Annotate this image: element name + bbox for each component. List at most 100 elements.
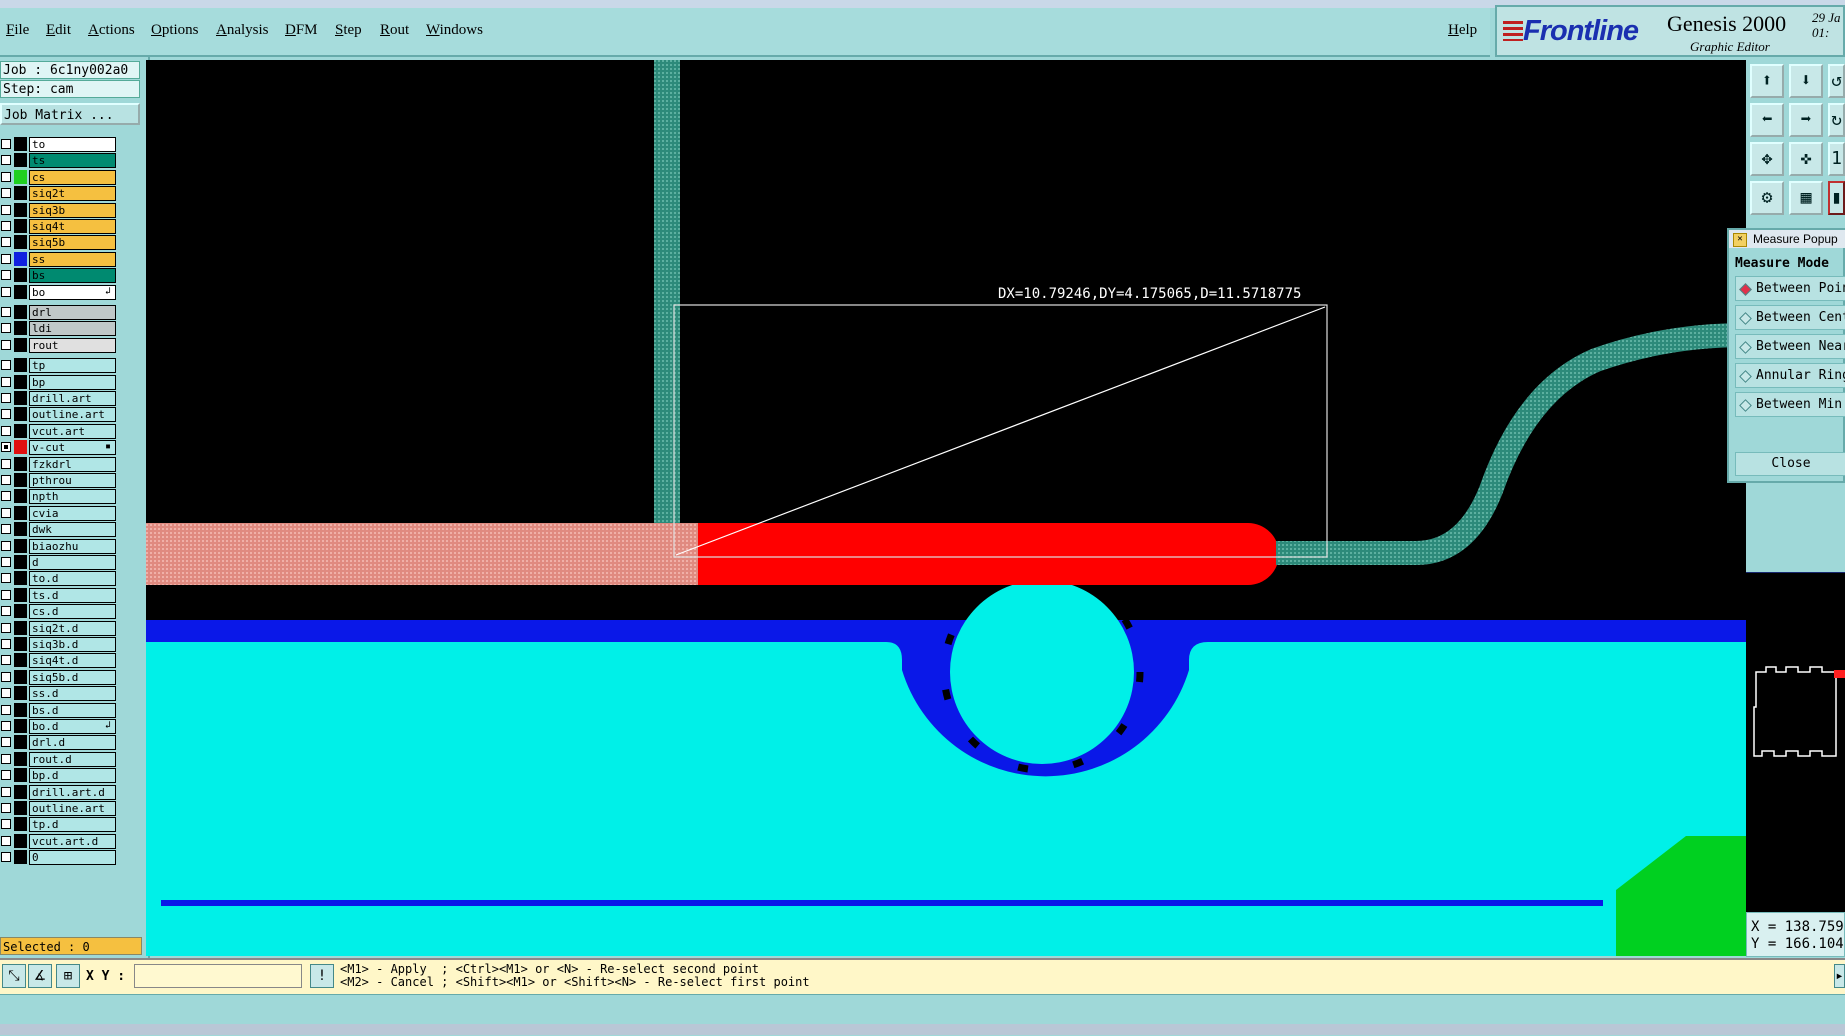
layer-color-swatch[interactable] <box>14 137 27 151</box>
layer-row[interactable]: siq5b.d <box>0 669 116 685</box>
menu-file[interactable]: File <box>6 22 29 39</box>
layer-row[interactable]: bs <box>0 268 116 284</box>
layer-name[interactable]: dwk <box>29 522 116 538</box>
layer-checkbox[interactable] <box>1 376 11 387</box>
layer-color-swatch[interactable] <box>14 169 27 184</box>
menu-edit[interactable]: Edit <box>46 22 71 39</box>
layer-row[interactable]: cs <box>0 169 116 185</box>
layer-row[interactable]: rout.d <box>0 751 116 767</box>
layer-checkbox[interactable] <box>1 171 11 182</box>
layer-checkbox[interactable] <box>1 803 11 813</box>
layer-row[interactable]: tp.d <box>0 817 116 833</box>
layer-row[interactable]: ldi <box>0 321 116 337</box>
layer-name[interactable]: bp <box>29 374 116 390</box>
layer-name[interactable]: d <box>29 555 116 570</box>
layer-row[interactable]: siq2t <box>0 186 116 202</box>
layer-name[interactable]: bo.d <box>29 719 116 734</box>
layer-checkbox[interactable] <box>1 606 11 617</box>
layer-color-swatch[interactable] <box>14 423 27 438</box>
layer-row[interactable]: v-cut ▪ <box>0 440 116 456</box>
layer-color-swatch[interactable] <box>14 522 27 537</box>
layer-row[interactable]: to <box>0 137 116 152</box>
measure-close-button[interactable]: Close <box>1735 452 1845 476</box>
layer-color-swatch[interactable] <box>14 374 27 389</box>
measure-tool-icon[interactable]: ▮ <box>1828 181 1845 215</box>
layer-color-swatch[interactable] <box>14 284 27 299</box>
layer-checkbox[interactable] <box>1 622 11 633</box>
layer-color-swatch[interactable] <box>14 440 27 455</box>
layer-color-swatch[interactable] <box>14 219 27 233</box>
layer-color-swatch[interactable] <box>14 571 27 586</box>
graphic-canvas[interactable]: DX=10.79246,DY=4.175065,D=11.5718775 <box>146 60 1746 956</box>
zoom-fit-icon[interactable]: ✥ <box>1750 142 1784 176</box>
zoom-home-icon[interactable]: ⬆ <box>1750 64 1784 98</box>
layer-color-swatch[interactable] <box>14 817 27 832</box>
menu-rout[interactable]: Rout <box>380 22 409 39</box>
layer-checkbox[interactable] <box>1 507 11 518</box>
measure-option[interactable]: Between Nearest <box>1735 334 1845 359</box>
menu-windows[interactable]: Windows <box>426 22 483 39</box>
layer-row[interactable]: d <box>0 555 116 570</box>
layer-row[interactable]: bp <box>0 374 116 390</box>
menu-step[interactable]: Step <box>335 22 362 39</box>
layer-color-swatch[interactable] <box>14 489 27 504</box>
layer-checkbox[interactable] <box>1 721 11 731</box>
layer-row[interactable]: biaozhu <box>0 538 116 554</box>
layer-checkbox[interactable] <box>1 589 11 600</box>
layer-checkbox[interactable] <box>1 307 11 317</box>
layer-checkbox[interactable] <box>1 393 11 403</box>
layer-checkbox[interactable] <box>1 770 11 781</box>
layer-color-swatch[interactable] <box>14 251 27 266</box>
minimap[interactable] <box>1746 571 1845 912</box>
layer-name[interactable]: drill.art.d <box>29 784 116 800</box>
layer-name[interactable]: cs <box>29 169 116 185</box>
layer-row[interactable]: vcut.art.d <box>0 833 116 849</box>
layer-row[interactable]: 0 <box>0 850 116 866</box>
layer-color-swatch[interactable] <box>14 473 27 487</box>
layer-name[interactable]: outline.art <box>29 801 116 816</box>
layer-color-swatch[interactable] <box>14 587 27 602</box>
layer-name[interactable]: bs <box>29 268 116 284</box>
layer-name[interactable]: rout.d <box>29 751 116 767</box>
scroll-right-icon[interactable]: ▸ <box>1834 964 1845 988</box>
layer-color-swatch[interactable] <box>14 702 27 717</box>
layer-row[interactable]: bp.d <box>0 768 116 784</box>
redo-icon[interactable]: ↻ <box>1828 103 1845 137</box>
layer-color-swatch[interactable] <box>14 202 27 217</box>
layer-row[interactable]: bs.d <box>0 702 116 718</box>
layer-name[interactable]: ss <box>29 251 116 267</box>
layer-checkbox[interactable] <box>1 221 11 231</box>
layer-row[interactable]: siq4t <box>0 219 116 234</box>
layer-name[interactable]: biaozhu <box>29 538 116 554</box>
layer-name[interactable]: vcut.art.d <box>29 833 116 849</box>
layer-row[interactable]: rout <box>0 337 116 353</box>
layer-row[interactable]: siq2t.d <box>0 620 116 636</box>
layer-name[interactable]: cvia <box>29 505 116 521</box>
layer-checkbox[interactable] <box>1 155 11 166</box>
measure-option[interactable]: Between Centers <box>1735 305 1845 330</box>
menu-options[interactable]: Options <box>151 22 199 39</box>
layer-name[interactable]: tp.d <box>29 817 116 833</box>
measure-option[interactable]: Between Points <box>1735 276 1845 301</box>
layer-checkbox[interactable] <box>1 339 11 350</box>
layer-name[interactable]: tp <box>29 358 116 374</box>
layer-name[interactable]: siq5b.d <box>29 669 116 685</box>
measure-option[interactable]: Between Min <box>1735 392 1845 417</box>
layer-name[interactable]: outline.art <box>29 407 116 423</box>
layer-name[interactable]: siq2t <box>29 186 116 202</box>
layer-name[interactable]: rout <box>29 337 116 353</box>
layer-name[interactable]: ts.d <box>29 587 116 603</box>
layer-checkbox[interactable] <box>1 540 11 551</box>
layer-color-swatch[interactable] <box>14 505 27 520</box>
layer-checkbox[interactable] <box>1 139 11 149</box>
layer-checkbox[interactable] <box>1 737 11 748</box>
layer-checkbox[interactable] <box>1 655 11 666</box>
layer-color-swatch[interactable] <box>14 186 27 201</box>
grid-icon[interactable]: ▦ <box>1789 181 1823 215</box>
layer-row[interactable]: siq4t.d <box>0 653 116 669</box>
layer-name[interactable]: ldi <box>29 321 116 337</box>
info-icon[interactable]: ! <box>310 964 334 988</box>
layer-name[interactable]: siq3b.d <box>29 637 116 652</box>
layer-name[interactable]: siq4t <box>29 219 116 234</box>
layer-checkbox[interactable] <box>1 323 11 334</box>
